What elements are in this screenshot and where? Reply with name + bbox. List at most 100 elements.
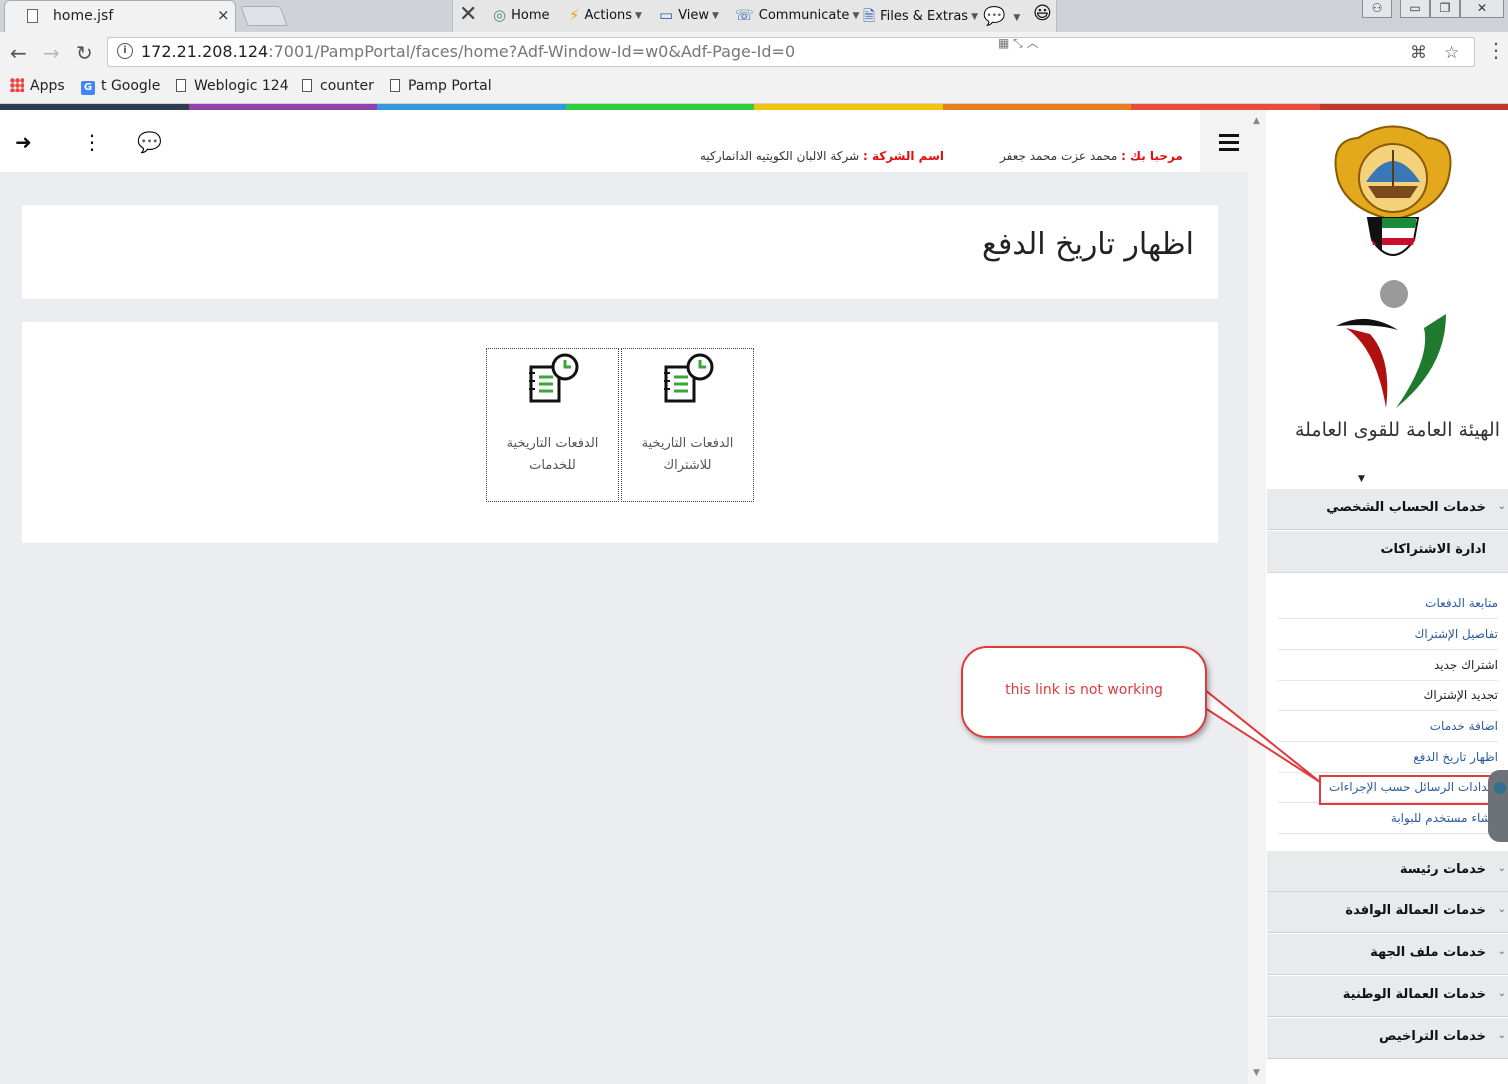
bookmark-label: counter (320, 78, 374, 94)
section-subscriptions[interactable]: ادارة الاشتراكات (1267, 531, 1508, 572)
toolbar-files-extras[interactable]: 🗎 Files & Extras ▼ (863, 6, 978, 31)
callout-text: this link is not working (1005, 682, 1163, 698)
link-track-payments[interactable]: متابعة الدفعات (1278, 588, 1498, 619)
url-input[interactable]: i 172.21.208.124:7001/PampPortal/faces/h… (107, 34, 1475, 67)
reload-icon[interactable]: ↻ (76, 41, 93, 65)
scroll-up-icon[interactable]: ▲ (1253, 116, 1260, 126)
bookmarks-bar: Apps Gt Google Weblogic 124 counter Pamp… (0, 72, 1508, 104)
toolbar-home[interactable]: ◎ Home (493, 6, 549, 24)
page-title: اظهار تاريخ الدفع (982, 227, 1194, 262)
chevron-down-icon: ⌄ (1497, 946, 1506, 957)
scroll-down-icon[interactable]: ▼ (1253, 1068, 1260, 1078)
logout-icon[interactable]: ➜ (15, 130, 32, 154)
link-renew-subscription[interactable]: تجديد الإشتراك (1278, 680, 1498, 711)
address-bar: ← → ↻ i 172.21.208.124:7001/PampPortal/f… (0, 32, 1508, 72)
annotation-callout: this link is not working (961, 646, 1207, 738)
section-expat-labor[interactable]: خدمات العمالة الوافدة ⌄ (1267, 892, 1508, 933)
notebook-clock-icon (664, 353, 714, 403)
link-show-payment-date[interactable]: اظهار تاريخ الدفع (1278, 742, 1498, 773)
bookmark-counter[interactable]: counter (302, 78, 374, 94)
bookmark-pamp-portal[interactable]: Pamp Portal (390, 78, 492, 94)
bookmark-label: Weblogic 124 (194, 78, 289, 94)
profile-icon[interactable]: ⚇ (1362, 0, 1392, 18)
chevron-down-icon: ▼ (712, 11, 719, 21)
minimize-button[interactable]: ▭ (1400, 0, 1430, 18)
pam-figure-logo (1336, 280, 1446, 408)
forward-arrow-icon[interactable]: → (43, 41, 60, 65)
close-icon[interactable]: ✕ (459, 2, 477, 27)
chevron-down-icon: ⌄ (1497, 988, 1506, 999)
back-arrow-icon[interactable]: ← (10, 41, 27, 65)
tab-close-button[interactable]: × (217, 6, 230, 24)
organization-name: الهيئة العامة للقوى العاملة (1294, 419, 1500, 441)
toolbar-communicate-label: Communicate (758, 8, 850, 23)
url-text: 172.21.208.124:7001/PampPortal/faces/hom… (141, 42, 795, 61)
section-label: خدمات التراخيص (1379, 1029, 1486, 1044)
content-card: الدفعات التاريخية للاشتراك الدفعات التار… (22, 322, 1218, 543)
collapse-caret-icon[interactable]: ▼ (1358, 474, 1365, 484)
toolbar-chat[interactable]: 💬 ▼ (983, 6, 1020, 27)
bookmark-google[interactable]: Gt Google (81, 78, 160, 95)
smiley-icon[interactable]: 😃 (1033, 3, 1052, 24)
star-icon[interactable]: ☆ (1444, 43, 1459, 63)
chevron-down-icon: ▼ (971, 12, 979, 22)
url-host: 172.21.208.124 (141, 42, 269, 61)
section-label: خدمات الحساب الشخصي (1326, 500, 1486, 515)
portal-header: ➜ ⋮ 💬 اسم الشركة : شركة الالبان الكويتيه… (0, 110, 1248, 172)
user-name: محمد عزت محمد جعفر (1000, 149, 1118, 163)
bookmark-weblogic[interactable]: Weblogic 124 (176, 78, 289, 94)
section-main-services[interactable]: خدمات رئيسة ⌄ (1267, 851, 1508, 892)
extension-toolbar: ✕ ◎ Home ⚡ Actions ▼ ▭ View ▼ ☏ Communicate ▼ 🗎… (452, 0, 1057, 32)
browser-tab[interactable]: home.jsf × (4, 0, 236, 32)
page-scrollbar[interactable]: ▲ ▼ (1248, 110, 1266, 1084)
link-create-portal-user[interactable]: انشاء مستخدم للبوابة (1278, 803, 1498, 834)
chevron-down-icon: ▼ (635, 11, 642, 21)
chevron-down-icon: ▼ (852, 11, 860, 21)
chevron-down-icon: ⌄ (1497, 904, 1506, 915)
link-subscription-details[interactable]: تفاصيل الإشتراك (1278, 619, 1498, 650)
side-panel-handle[interactable] (1488, 770, 1508, 842)
chat-bubbles-icon[interactable]: 💬 (137, 130, 162, 154)
home-circle-icon: ◎ (493, 6, 507, 24)
chevron-down-icon: ⌄ (1497, 501, 1506, 512)
toolbar-files-extras-label: Files & Extras (880, 9, 969, 24)
link-add-services[interactable]: اضافة خدمات (1278, 711, 1498, 742)
bookmark-apps[interactable]: Apps (10, 78, 65, 94)
file-icon (27, 9, 38, 23)
section-label: ادارة الاشتراكات (1380, 542, 1486, 557)
tile-service-payments[interactable]: الدفعات التاريخية للخدمات (486, 348, 619, 502)
new-tab-button[interactable] (240, 6, 288, 26)
chevron-down-icon: ⌄ (1497, 863, 1506, 874)
company-info: اسم الشركة : شركة الالبان الكويتيه الدان… (700, 149, 944, 163)
more-vertical-icon[interactable]: ⋮ (82, 130, 102, 154)
window-close-button[interactable]: ✕ (1460, 0, 1504, 18)
google-icon: G (81, 81, 95, 95)
phone-icon: ☏ (735, 6, 754, 24)
chevron-down-icon: ⌄ (1497, 1030, 1506, 1041)
chat-icon: 💬 (983, 6, 1006, 27)
restore-button[interactable]: ❐ (1430, 0, 1460, 18)
toolbar-view[interactable]: ▭ View ▼ (659, 6, 719, 24)
link-new-subscription[interactable]: اشتراك جديد (1278, 650, 1498, 681)
toolbar-actions[interactable]: ⚡ Actions ▼ (569, 6, 642, 24)
info-icon[interactable]: i (117, 43, 133, 59)
hamburger-menu-icon[interactable] (1200, 110, 1248, 172)
toolbar-communicate[interactable]: ☏ Communicate ▼ (735, 6, 859, 24)
notebook-clock-icon (529, 353, 579, 403)
welcome-label: مرحبا بك : (1121, 149, 1183, 163)
tile-subscription-payments[interactable]: الدفعات التاريخية للاشتراك (621, 348, 754, 502)
menu-dots-icon[interactable]: ⋮ (1486, 38, 1506, 62)
apps-grid-icon (10, 78, 24, 92)
toolbar-home-label: Home (511, 8, 550, 23)
page-tools-icon[interactable]: ▦ ⤡ ︿ (998, 34, 1039, 51)
section-personal-account[interactable]: خدمات الحساب الشخصي ⌄ (1267, 489, 1508, 530)
section-national-labor[interactable]: خدمات العمالة الوطنية ⌄ (1267, 976, 1508, 1017)
bookmark-label: Apps (30, 78, 65, 94)
bookmark-label: t Google (101, 78, 161, 94)
section-licenses[interactable]: خدمات التراخيص ⌄ (1267, 1018, 1508, 1059)
browser-tab-bar: home.jsf × ✕ ◎ Home ⚡ Actions ▼ ▭ View ▼ ☏ Com… (0, 0, 1508, 32)
annotation-highlight-box (1319, 775, 1507, 805)
translate-icon[interactable]: ⌘ (1410, 43, 1427, 63)
section-entity-file[interactable]: خدمات ملف الجهة ⌄ (1267, 934, 1508, 975)
page-icon (390, 79, 400, 92)
